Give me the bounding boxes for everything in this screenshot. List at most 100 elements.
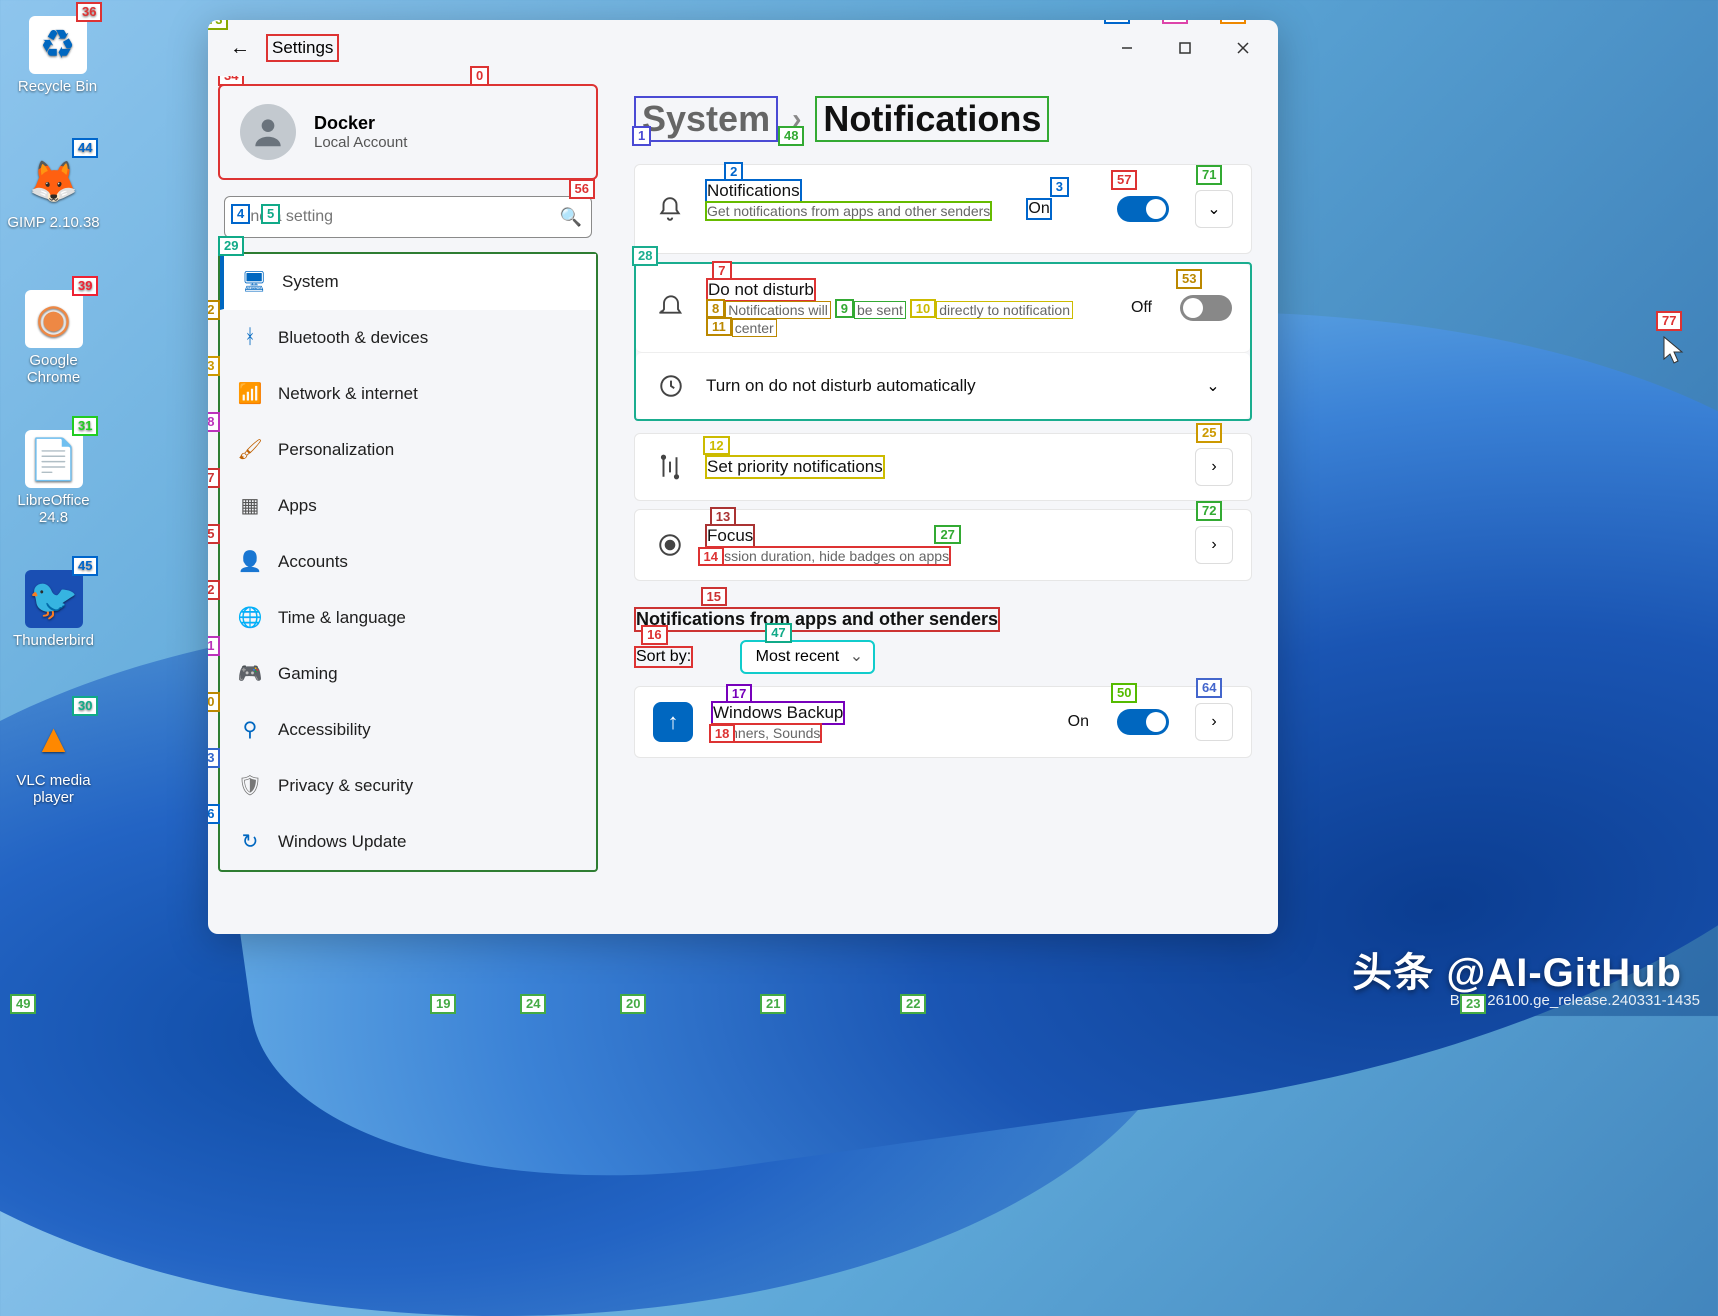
sort-row: Sort by: 16 Most recent 47 — [634, 640, 1252, 674]
accessibility-icon: ⚲ — [238, 718, 262, 742]
titlebar: ← 73 Settings 0 58 60 74 — [208, 20, 1278, 76]
desktop-icon-thunderbird[interactable]: 45 🐦Thunderbird — [6, 570, 101, 649]
bluetooth-devices-icon: ᚼ — [238, 326, 262, 350]
annot-22: 22 — [900, 994, 926, 1014]
sidebar-item-label: Bluetooth & devices — [278, 328, 428, 348]
build-text: Build 26100.ge_release.240331-1435 — [1450, 992, 1700, 1010]
nav: 29 🖥System32ᚼBluetooth & devices33📶Netwo… — [218, 252, 598, 872]
sidebar-item-accounts[interactable]: 35👤Accounts — [220, 534, 596, 590]
annot-0: 0 — [470, 66, 489, 86]
sidebar-item-accessibility[interactable]: 40⚲Accessibility — [220, 702, 596, 758]
breadcrumb-top[interactable]: System — [634, 96, 778, 142]
card-dnd[interactable]: Do not disturb 7 8Notifications will 9be… — [636, 264, 1250, 353]
dnd-state: Off — [1131, 299, 1152, 317]
desktop-icon-google-chrome[interactable]: 39 ◉Google Chrome — [6, 290, 101, 386]
personalization-icon: 🖌 — [238, 438, 262, 462]
window-title: Settings — [266, 34, 339, 62]
network-internet-icon: 📶 — [238, 382, 262, 406]
breadcrumb: System 1 › Notifications 48 — [634, 96, 1252, 142]
gaming-icon: 🎮 — [238, 662, 262, 686]
accounts-icon: 👤 — [238, 550, 262, 574]
priority-expand[interactable]: ›25 — [1195, 448, 1233, 486]
sidebar-item-label: Accounts — [278, 552, 348, 572]
arrow-left-icon: ← — [230, 37, 250, 60]
desktop-icon-libreoffice-24-8[interactable]: 31 📄LibreOffice 24.8 — [6, 430, 101, 526]
priority-icon — [653, 450, 687, 484]
annot-24: 24 — [520, 994, 546, 1014]
user-name: Docker — [314, 113, 407, 134]
main-content: System 1 › Notifications 48 Notification… — [608, 76, 1278, 934]
desktop-icon-gimp-2-10-38[interactable]: 44 🦊GIMP 2.10.38 — [6, 152, 101, 231]
search-button[interactable]: 🔍56 — [551, 197, 591, 237]
dnd-sub: 8Notifications will 9be sent 10directly … — [706, 302, 1073, 336]
annot-21: 21 — [760, 994, 786, 1014]
close-button[interactable]: 74 — [1214, 26, 1272, 70]
notif-sub: Get notifications from apps and other se… — [705, 201, 992, 221]
sidebar-item-gaming[interactable]: 41🎮Gaming — [220, 646, 596, 702]
bell-icon — [653, 192, 687, 226]
card-notifications[interactable]: Notifications 2 Get notifications from a… — [634, 164, 1252, 254]
sidebar-item-label: Gaming — [278, 664, 338, 684]
card-focus[interactable]: Focus 13 Session duration, hide badges o… — [634, 509, 1252, 581]
notif-toggle[interactable]: 57 — [1117, 196, 1169, 222]
auto-dnd-title: Turn on do not disturb automatically — [706, 376, 976, 396]
backup-app-icon: ↑ — [653, 702, 693, 742]
avatar-icon — [240, 104, 296, 160]
sidebar-item-apps[interactable]: 37▦Apps — [220, 478, 596, 534]
moon-bell-icon — [654, 291, 688, 325]
sidebar-item-privacy-security[interactable]: 43🛡Privacy & security — [220, 758, 596, 814]
time-language-icon: 🌐 — [238, 606, 262, 630]
privacy-security-icon: 🛡 — [238, 774, 262, 798]
sidebar-item-label: Apps — [278, 496, 317, 516]
card-priority[interactable]: Set priority notifications 12 ›25 — [634, 433, 1252, 501]
focus-title: Focus — [705, 524, 755, 548]
backup-toggle[interactable]: 50 — [1117, 709, 1169, 735]
sidebar-item-system[interactable]: 🖥 System — [220, 254, 596, 310]
auto-dnd-expand[interactable]: ⌄ — [1194, 367, 1232, 405]
backup-title: Windows Backup — [711, 701, 845, 725]
system-icon: 🖥 — [242, 270, 266, 294]
sidebar-item-label: Accessibility — [278, 720, 371, 740]
notif-expand[interactable]: ⌄71 — [1195, 190, 1233, 228]
maximize-button[interactable]: 60 — [1156, 26, 1214, 70]
user-card[interactable]: 34 Docker Local Account — [218, 84, 598, 180]
annot-20: 20 — [620, 994, 646, 1014]
dnd-toggle[interactable]: 53 — [1180, 295, 1232, 321]
dnd-group: 28 Do not disturb 7 8Notifications will … — [634, 262, 1252, 421]
search-box[interactable]: 4 5 🔍56 — [224, 196, 592, 238]
sidebar-item-time-language[interactable]: 42🌐Time & language — [220, 590, 596, 646]
desktop-icon-vlc-media-player[interactable]: 30 ▲VLC media player — [6, 710, 101, 806]
sidebar-item-personalization[interactable]: 38🖌Personalization — [220, 422, 596, 478]
annot-49: 49 — [10, 994, 36, 1014]
sidebar-item-label: Privacy & security — [278, 776, 413, 796]
sidebar-item-network-internet[interactable]: 33📶Network & internet — [220, 366, 596, 422]
back-button[interactable]: ← 73 — [218, 30, 262, 66]
apps-icon: ▦ — [238, 494, 262, 518]
sidebar-item-bluetooth-devices[interactable]: 32ᚼBluetooth & devices — [220, 310, 596, 366]
sidebar-item-label: Windows Update — [278, 832, 407, 852]
sidebar-item-label: Network & internet — [278, 384, 418, 404]
annot-73: 73 — [208, 20, 228, 30]
sidebar: 34 Docker Local Account 4 5 🔍56 29 🖥Syst… — [208, 76, 608, 934]
card-app-backup[interactable]: ↑ Windows Backup 17 Banners, Sounds 18 O… — [634, 686, 1252, 758]
clock-icon — [654, 369, 688, 403]
backup-state: On — [1068, 713, 1089, 731]
notif-title: Notifications — [705, 179, 802, 203]
user-sub: Local Account — [314, 134, 407, 151]
windows-update-icon: ↻ — [238, 830, 262, 854]
settings-window: ← 73 Settings 0 58 60 74 34 Docker Local… — [208, 20, 1278, 934]
sort-select[interactable]: Most recent — [740, 640, 876, 674]
desktop-icon-recycle-bin[interactable]: 36 ♻Recycle Bin — [10, 16, 105, 95]
annot-19: 19 — [430, 994, 456, 1014]
backup-expand[interactable]: ›64 — [1195, 703, 1233, 741]
minimize-button[interactable]: 58 — [1098, 26, 1156, 70]
mouse-cursor: 77 — [1662, 335, 1686, 370]
priority-title: Set priority notifications — [705, 455, 885, 479]
focus-expand[interactable]: ›72 — [1195, 526, 1233, 564]
sidebar-item-windows-update[interactable]: 46↻Windows Update — [220, 814, 596, 870]
card-auto-dnd[interactable]: Turn on do not disturb automatically ⌄ — [636, 353, 1250, 419]
sidebar-item-label: System — [282, 272, 339, 292]
notif-state: On — [1026, 198, 1051, 220]
sidebar-item-label: Personalization — [278, 440, 394, 460]
focus-sub: Session duration, hide badges on apps — [705, 546, 951, 566]
